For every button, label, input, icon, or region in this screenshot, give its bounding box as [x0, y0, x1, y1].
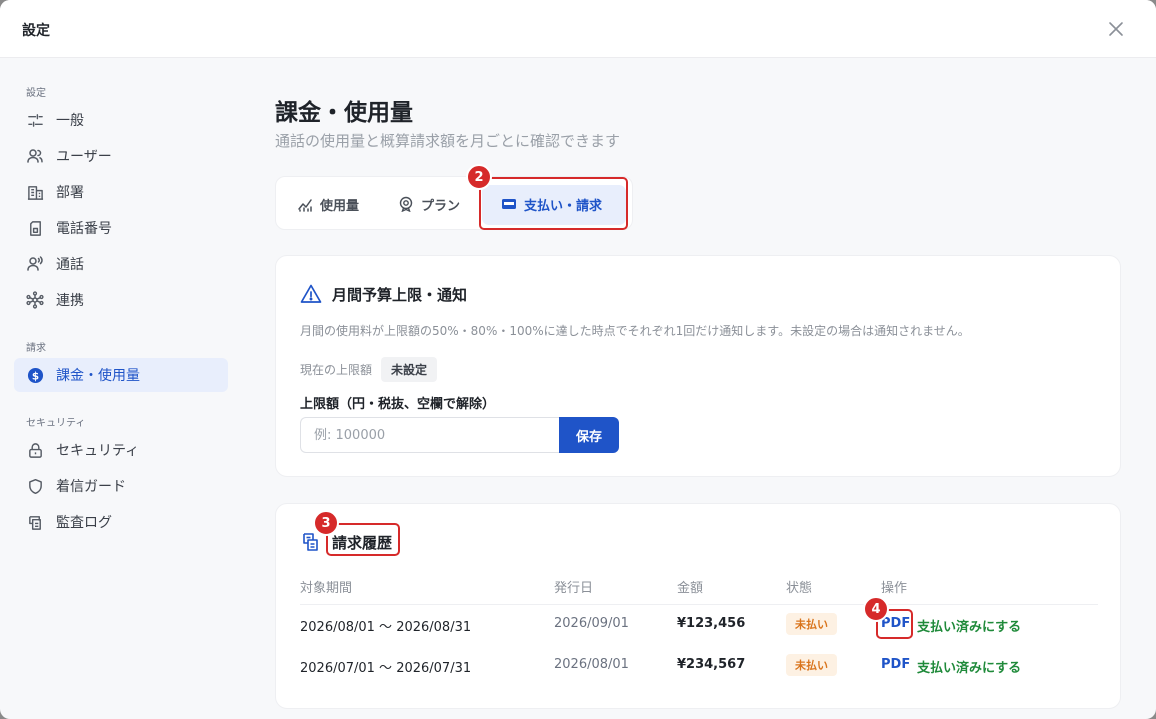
svg-text:$: $ [31, 370, 38, 382]
invoice-history-title: 請求履歴 [332, 533, 393, 552]
tab-label: プラン [421, 198, 461, 214]
column-header-issued: 発行日 [554, 581, 594, 596]
sidebar-item-general[interactable]: 一般 [14, 103, 228, 137]
shield-icon [26, 477, 44, 495]
column-header-status: 状態 [786, 581, 813, 596]
invoice-history-card: 請求履歴 対象期間 発行日 金額 状態 操作 2026/08/01 〜 2026… [275, 503, 1121, 709]
status-badge: 未払い [786, 613, 837, 635]
lock-icon [26, 441, 44, 459]
current-limit-label: 現在の上限額 [300, 363, 373, 377]
budget-description: 月間の使用料が上限額の50%・80%・100%に達した時点でそれぞれ1回だけ通知… [300, 324, 970, 338]
sidebar-item-label: 通話 [56, 257, 84, 273]
row-period: 2026/08/01 〜 2026/08/31 [300, 620, 472, 635]
tab-label: 使用量 [320, 198, 360, 214]
budget-card-title: 月間予算上限・通知 [332, 285, 468, 304]
dialog-title: 設定 [22, 23, 50, 39]
warning-icon [300, 283, 322, 305]
mark-paid-link[interactable]: 支払い済みにする [917, 616, 1021, 635]
pdf-link[interactable]: PDF [881, 616, 910, 631]
row-amount: ¥123,456 [677, 616, 746, 631]
column-header-period: 対象期間 [300, 581, 353, 596]
sidebar-section-billing: 請求 [26, 343, 46, 354]
sidebar-item-departments[interactable]: 部署 [14, 175, 228, 209]
page-title: 課金・使用量 [275, 100, 413, 126]
sidebar-item-security[interactable]: セキュリティ [14, 433, 228, 467]
budget-card: 月間予算上限・通知 月間の使用料が上限額の50%・80%・100%に達した時点で… [275, 255, 1121, 477]
limit-amount-input[interactable] [300, 417, 560, 453]
tab-usage[interactable]: 使用量 [297, 177, 359, 231]
mark-paid-link[interactable]: 支払い済みにする [917, 657, 1021, 676]
row-amount: ¥234,567 [677, 657, 746, 672]
dialog-titlebar: 設定 [0, 0, 1156, 58]
column-header-actions: 操作 [881, 581, 908, 596]
annotation-marker: 2 [466, 164, 492, 190]
main-content: 課金・使用量 通話の使用量と概算請求額を月ごとに確認できます 使用量 プラン 支… [240, 59, 1156, 719]
pdf-link[interactable]: PDF [881, 657, 910, 672]
sliders-icon [26, 111, 44, 129]
annotation-marker: 4 [863, 596, 889, 622]
status-badge: 未払い [786, 654, 837, 676]
audit-log-icon [26, 513, 44, 531]
save-button[interactable]: 保存 [559, 417, 619, 453]
dollar-circle-icon: $ [26, 366, 44, 384]
call-voice-icon [26, 255, 44, 273]
sidebar-item-users[interactable]: ユーザー [14, 139, 228, 173]
tab-label: 支払い・請求 [524, 198, 603, 214]
settings-dialog: 設定 設定 一般 ユーザー 部署 電話番号 通話 連携 請求 $ 課金・使用量 … [0, 0, 1156, 719]
sim-card-icon [26, 219, 44, 237]
row-issued-date: 2026/09/01 [554, 616, 629, 631]
limit-field-label: 上限額（円・税抜、空欄で解除） [300, 397, 496, 412]
annotation-marker: 3 [313, 510, 339, 536]
building-icon [26, 183, 44, 201]
sidebar-item-label: 電話番号 [56, 221, 112, 237]
sidebar-item-label: 着信ガード [56, 479, 126, 495]
sidebar-section-security: セキュリティ [26, 418, 86, 429]
row-issued-date: 2026/08/01 [554, 657, 629, 672]
tab-payments-invoices[interactable]: 支払い・請求 [501, 177, 602, 231]
sidebar-item-label: 課金・使用量 [56, 368, 140, 384]
sidebar-item-audit-log[interactable]: 監査ログ [14, 505, 228, 539]
table-header-divider [300, 604, 1098, 605]
column-header-amount: 金額 [677, 581, 704, 596]
badge-icon [398, 196, 414, 212]
invoice-history-header: 請求履歴 [300, 531, 392, 553]
sidebar-item-label: 部署 [56, 185, 84, 201]
sidebar-item-label: セキュリティ [56, 443, 140, 459]
sidebar-item-label: 一般 [56, 113, 84, 129]
sidebar-item-label: 監査ログ [56, 515, 112, 531]
budget-card-header: 月間予算上限・通知 [300, 283, 467, 305]
sidebar-item-calls[interactable]: 通話 [14, 247, 228, 281]
settings-sidebar: 設定 一般 ユーザー 部署 電話番号 通話 連携 請求 $ 課金・使用量 セキュ… [0, 59, 240, 719]
current-limit-badge: 未設定 [381, 357, 438, 382]
users-icon [26, 147, 44, 165]
row-period: 2026/07/01 〜 2026/07/31 [300, 661, 472, 676]
sidebar-item-billing-usage[interactable]: $ 課金・使用量 [14, 358, 228, 392]
tab-plan[interactable]: プラン [398, 177, 460, 231]
sidebar-section-settings: 設定 [26, 88, 46, 99]
billing-tabs: 使用量 プラン 支払い・請求 [275, 176, 633, 230]
network-icon [26, 291, 44, 309]
sidebar-item-label: 連携 [56, 293, 84, 309]
sidebar-item-integrations[interactable]: 連携 [14, 283, 228, 317]
close-icon[interactable] [1104, 17, 1128, 41]
current-limit-row: 現在の上限額 未設定 [300, 357, 438, 382]
sidebar-item-phone-numbers[interactable]: 電話番号 [14, 211, 228, 245]
page-subtitle: 通話の使用量と概算請求額を月ごとに確認できます [275, 132, 621, 150]
sidebar-item-label: ユーザー [56, 149, 112, 165]
credit-card-icon [501, 196, 517, 212]
chart-line-icon [297, 196, 313, 212]
sidebar-item-call-guard[interactable]: 着信ガード [14, 469, 228, 503]
